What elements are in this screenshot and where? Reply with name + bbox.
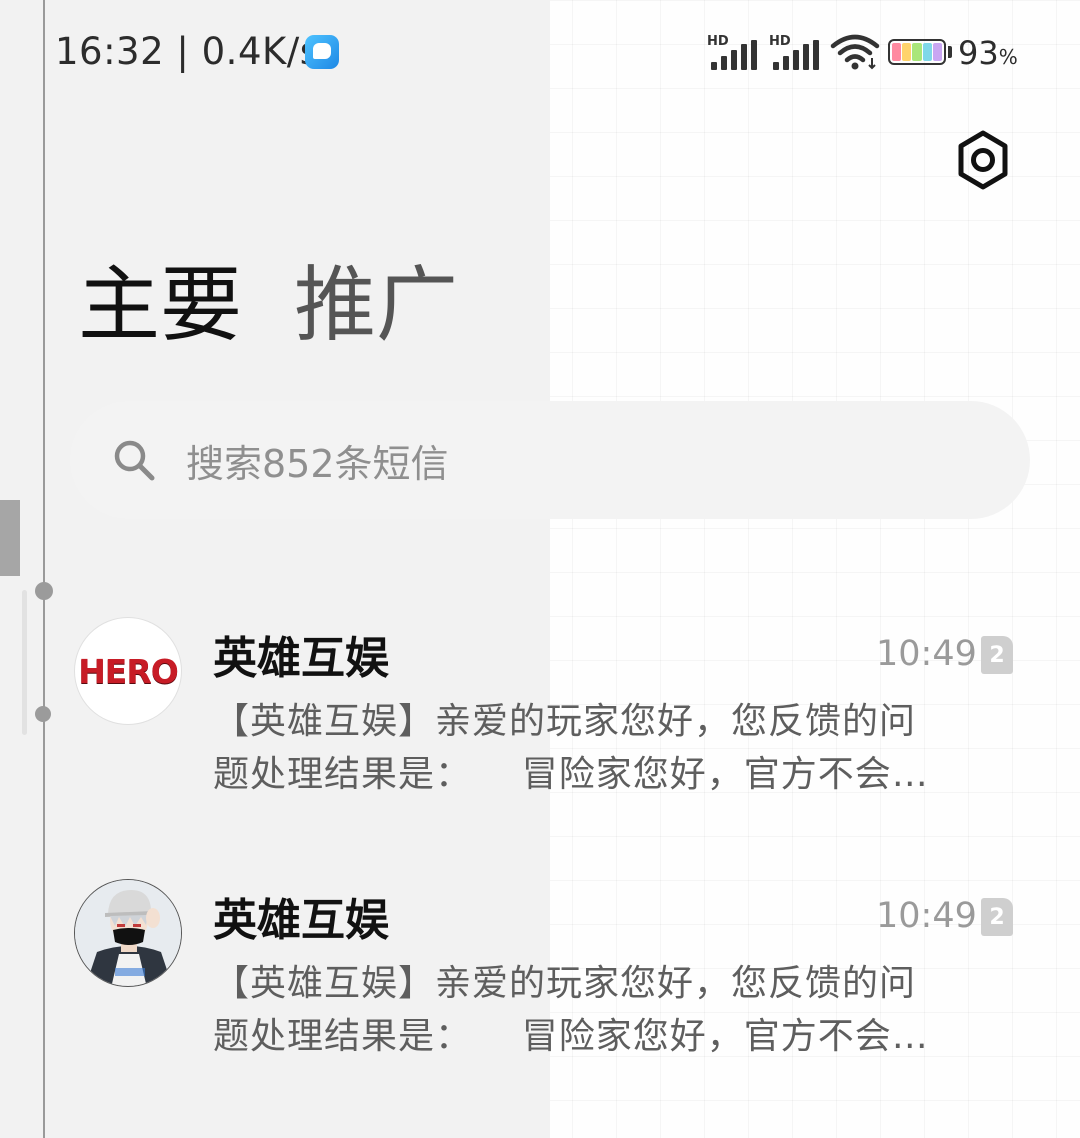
avatar[interactable]: HERO (74, 617, 182, 725)
network-speed: 0.4K/s (201, 30, 320, 73)
conversation-item[interactable]: HERO 英雄互娱 10:49 2 【英雄互娱】亲爱的玩家您好，您反馈的问 题处… (0, 600, 1080, 840)
message-preview: 【英雄互娱】亲爱的玩家您好，您反馈的问 题处理结果是： 冒险家您好，官方不会… (213, 957, 983, 1063)
conversation-item[interactable]: 英雄互娱 10:49 2 【英雄互娱】亲爱的玩家您好，您反馈的问 题处理结果是：… (0, 862, 1080, 1102)
status-bar: 16:32 | 0.4K/s HD HD 93% (0, 0, 1080, 100)
edge-scroll-handle[interactable] (0, 500, 20, 576)
tab-bar: 主要 推广 (78, 256, 458, 356)
avatar[interactable] (74, 879, 182, 987)
tab-promotions[interactable]: 推广 (294, 256, 458, 356)
search-icon (114, 440, 155, 481)
battery-icon (888, 39, 946, 65)
wifi-icon (830, 34, 880, 70)
message-preview: 【英雄互娱】亲爱的玩家您好，您反馈的问 题处理结果是： 冒险家您好，官方不会… (213, 695, 983, 801)
preview-line: 题处理结果是： 冒险家您好，官方不会… (213, 754, 929, 795)
sender-name: 英雄互娱 (213, 633, 389, 684)
battery-percent: 93% (958, 34, 1018, 72)
range-handle-top[interactable] (35, 582, 53, 600)
notification-app-icon (305, 35, 339, 69)
anime-character-avatar-icon (75, 880, 181, 986)
hero-logo: HERO (78, 651, 179, 691)
sim-card-badge: 2 (981, 636, 1013, 674)
search-placeholder[interactable]: 搜索852条短信 (186, 433, 449, 488)
preview-line: 【英雄互娱】亲爱的玩家您好，您反馈的问 (213, 963, 917, 1004)
tab-primary[interactable]: 主要 (78, 256, 242, 356)
cell-signal-1-icon: HD (707, 34, 757, 70)
preview-line: 题处理结果是： 冒险家您好，官方不会… (213, 1016, 929, 1057)
message-time: 10:49 (876, 896, 977, 936)
cell-signal-2-icon: HD (769, 34, 819, 70)
message-time: 10:49 (876, 634, 977, 674)
settings-hexagon-icon[interactable] (954, 130, 1012, 190)
status-time: 16:32 | 0.4K/s (55, 30, 320, 73)
sender-name: 英雄互娱 (213, 895, 389, 946)
sim-card-badge: 2 (981, 898, 1013, 936)
preview-line: 【英雄互娱】亲爱的玩家您好，您反馈的问 (213, 701, 917, 742)
battery-tip (948, 46, 952, 58)
